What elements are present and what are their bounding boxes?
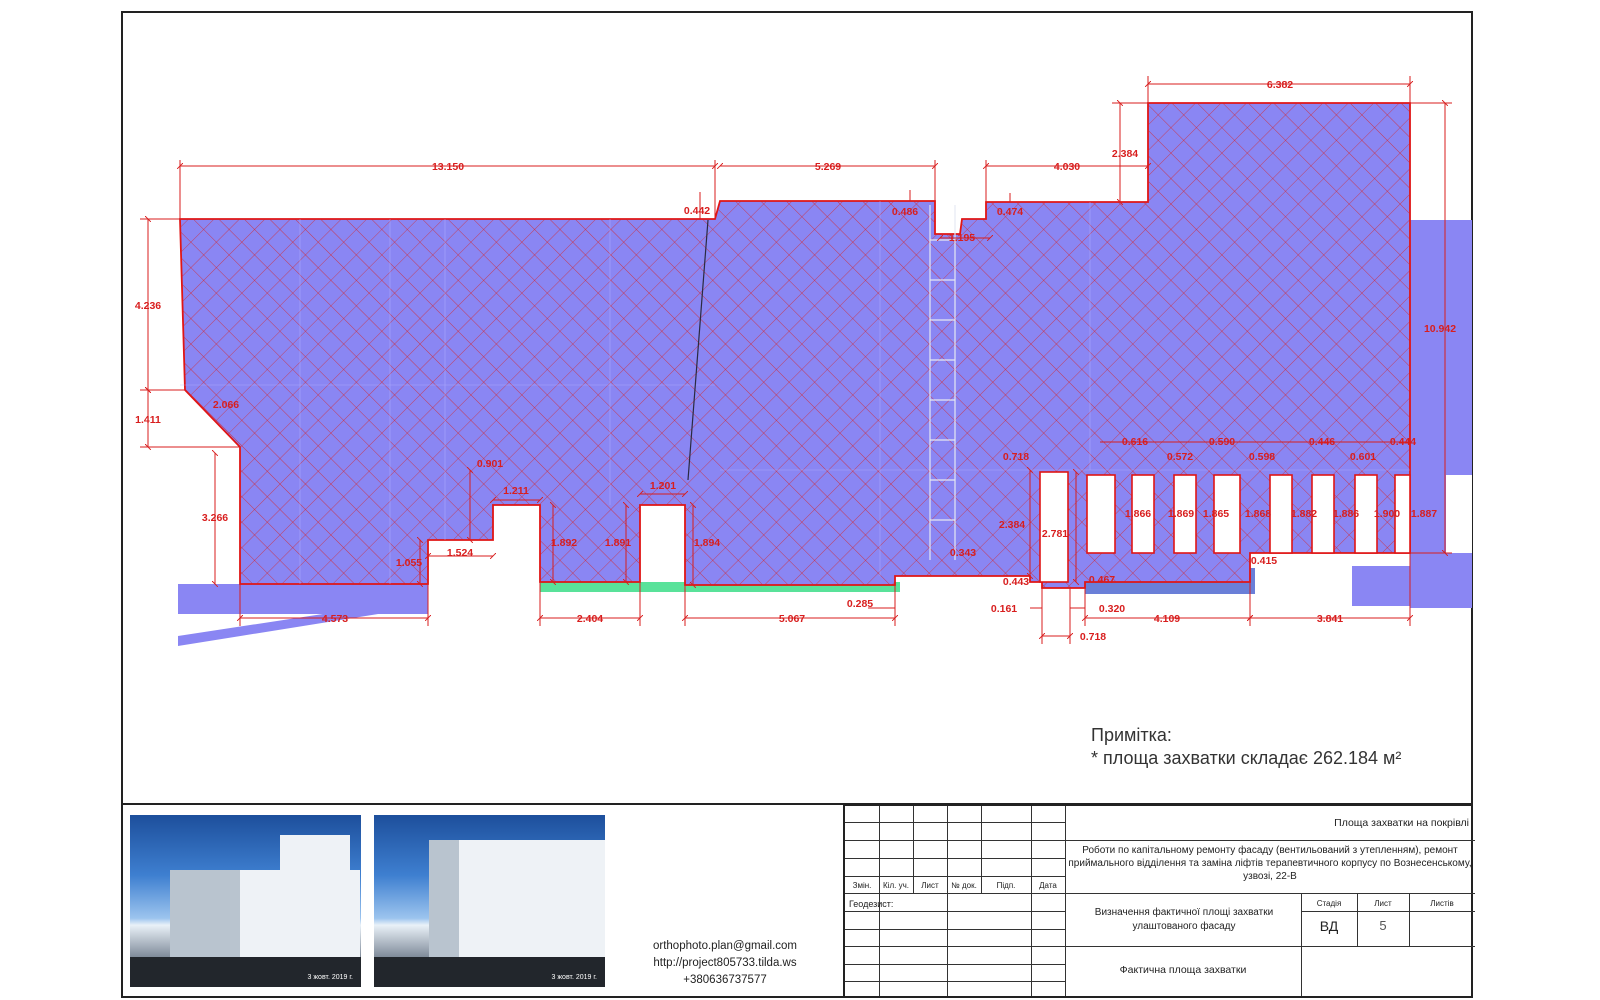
- dim-4109: 4.109: [1154, 613, 1180, 625]
- dim-1195: 1.195: [949, 232, 975, 244]
- site-photo-2: 3 жовт. 2019 г.: [374, 815, 605, 987]
- col-signature: Підп.: [996, 881, 1016, 890]
- dim-2066: 2.066: [213, 399, 239, 411]
- dim-0486: 0.486: [892, 206, 918, 218]
- note-block: Примітка: * площа захватки складає 262.1…: [1091, 724, 1401, 770]
- col-doc-no: № док.: [951, 881, 977, 890]
- dim-10942: 10.942: [1424, 323, 1456, 335]
- dim-0467: 0.467: [1089, 574, 1115, 586]
- dim-5067: 5.067: [779, 613, 805, 625]
- contact-website[interactable]: http://project805733.tilda.ws: [640, 955, 810, 972]
- dim-13150: 13.150: [432, 161, 464, 173]
- col-qty: Кіл. уч.: [883, 881, 909, 890]
- dim-0601: 0.601: [1350, 451, 1376, 463]
- dim-0415: 0.415: [1251, 555, 1277, 567]
- sheet-number: 5: [1379, 918, 1387, 933]
- dim-1892: 1.892: [551, 537, 577, 549]
- photo-1-timestamp: 3 жовт. 2019 г.: [307, 974, 353, 981]
- dim-2384-top: 2.384: [1112, 148, 1138, 160]
- note-area-text: * площа захватки складає 262.184 м²: [1091, 748, 1402, 768]
- dim-0616: 0.616: [1122, 436, 1148, 448]
- dim-1886: 1.886: [1333, 508, 1359, 520]
- dim-1894: 1.894: [694, 537, 720, 549]
- dim-0443: 0.443: [1003, 576, 1029, 588]
- stage-label: Стадія: [1316, 899, 1342, 908]
- dim-1866: 1.866: [1125, 508, 1151, 520]
- dim-1887: 1.887: [1411, 508, 1437, 520]
- col-sheet: Лист: [921, 881, 939, 890]
- dim-1868: 1.868: [1245, 508, 1271, 520]
- dim-0446: 0.446: [1309, 436, 1335, 448]
- dim-1882: 1.882: [1291, 508, 1317, 520]
- geodesist-label: Геодезист:: [849, 899, 894, 909]
- dim-2781: 2.781: [1042, 528, 1068, 540]
- contact-phone: +380636737577: [683, 974, 767, 986]
- dim-1201: 1.201: [650, 480, 676, 492]
- dim-0718-b: 0.718: [1080, 631, 1106, 643]
- dim-1411: 1.411: [135, 414, 161, 426]
- dim-1865: 1.865: [1203, 508, 1229, 520]
- site-photo-1: 3 жовт. 2019 г.: [130, 815, 361, 987]
- dim-6382: 6.382: [1267, 79, 1293, 91]
- title-block: Змін. Кіл. уч. Лист № док. Підп. Дата Ге…: [843, 804, 1475, 996]
- dim-0572: 0.572: [1167, 451, 1193, 463]
- dim-2404: 2.404: [577, 613, 603, 625]
- dim-1524: 1.524: [447, 547, 473, 559]
- project-description: Роботи по капітальному ремонту фасаду (в…: [1068, 845, 1472, 882]
- col-date: Дата: [1039, 881, 1057, 890]
- contacts-block: orthophoto.plan@gmail.com http://project…: [640, 938, 810, 989]
- dim-1891: 1.891: [605, 537, 631, 549]
- dim-0590: 0.590: [1209, 436, 1235, 448]
- dim-0161: 0.161: [991, 603, 1017, 615]
- dim-1900: 1.900: [1374, 508, 1400, 520]
- dim-0718-a: 0.718: [1003, 451, 1029, 463]
- dim-0285: 0.285: [847, 598, 873, 610]
- col-changes: Змін.: [852, 881, 872, 890]
- dim-0343: 0.343: [950, 547, 976, 559]
- note-heading: Примітка:: [1091, 725, 1172, 745]
- dim-0901: 0.901: [477, 458, 503, 470]
- stage-value: ВД: [1319, 918, 1339, 934]
- dim-1055: 1.055: [396, 557, 422, 569]
- dim-3266: 3.266: [202, 512, 228, 524]
- dim-4030: 4.030: [1054, 161, 1080, 173]
- dim-0598: 0.598: [1249, 451, 1275, 463]
- dim-0442: 0.442: [684, 205, 710, 217]
- dim-0320: 0.320: [1099, 603, 1125, 615]
- dim-0444: 0.444: [1390, 436, 1416, 448]
- drawing-subtitle: Визначення фактичної площі захватки улаш…: [1094, 907, 1274, 932]
- dim-4573: 4.573: [322, 613, 348, 625]
- dim-1211: 1.211: [503, 485, 529, 497]
- dim-5269: 5.269: [815, 161, 841, 173]
- dim-1869: 1.869: [1168, 508, 1194, 520]
- dim-4236: 4.236: [135, 300, 161, 312]
- drawing-name: Фактична площа захватки: [1119, 964, 1247, 976]
- sheet-label: Лист: [1374, 899, 1392, 908]
- dim-3841: 3.841: [1317, 613, 1343, 625]
- dim-0474: 0.474: [997, 206, 1023, 218]
- dim-2384-mid: 2.384: [999, 519, 1025, 531]
- title-header: Площа захватки на покрівлі: [1334, 817, 1469, 829]
- photo-2-timestamp: 3 жовт. 2019 г.: [551, 974, 597, 981]
- sheets-label: Листів: [1430, 899, 1454, 908]
- contact-email[interactable]: orthophoto.plan@gmail.com: [640, 938, 810, 955]
